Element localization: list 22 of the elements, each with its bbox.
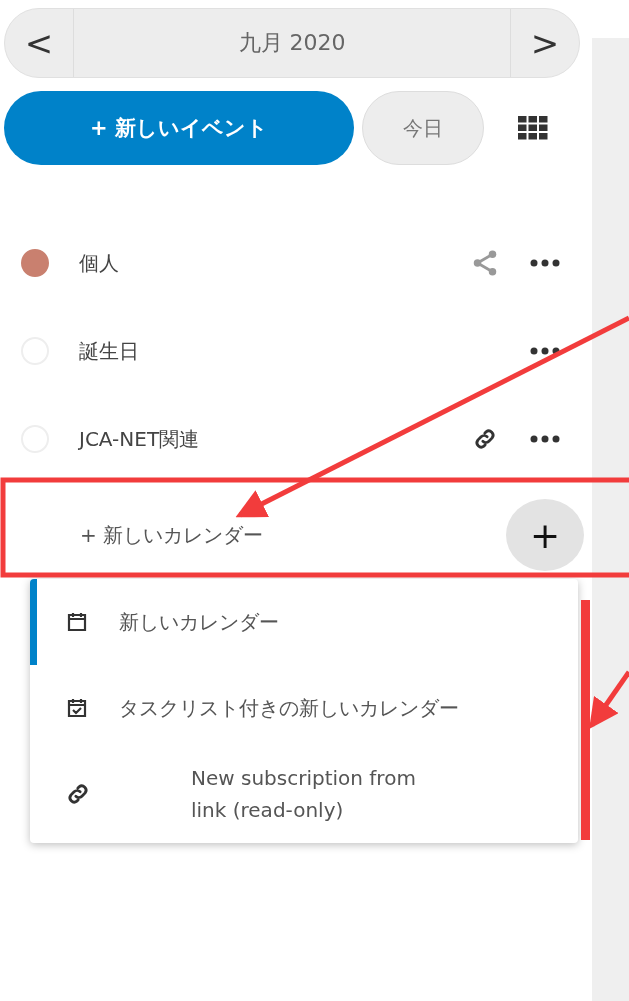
calendar-name[interactable]: 誕生日 <box>79 337 455 365</box>
previous-button[interactable]: < <box>5 9 73 77</box>
calendar-icon <box>65 610 89 634</box>
more-icon[interactable] <box>530 435 560 443</box>
next-button[interactable]: > <box>511 9 579 77</box>
more-icon[interactable] <box>530 347 560 355</box>
calendar-name[interactable]: 個人 <box>79 249 455 277</box>
calendar-toggle[interactable] <box>21 249 49 277</box>
month-label: 九月 2020 <box>73 9 511 77</box>
more-icon[interactable] <box>530 259 560 267</box>
new-event-button[interactable]: + 新しいイベント <box>4 91 354 165</box>
link-icon <box>65 781 91 807</box>
today-button[interactable]: 今日 <box>362 91 484 165</box>
grid-icon[interactable] <box>518 116 548 140</box>
add-button[interactable]: + <box>506 499 584 571</box>
menu-item[interactable]: New subscription from link (read-only) <box>30 751 578 837</box>
calendar-check-icon <box>65 696 89 720</box>
calendar-name[interactable]: JCA-NET関連 <box>79 425 455 453</box>
link-icon <box>472 426 498 452</box>
menu-item[interactable]: タスクリスト付きの新しいカレンダー <box>30 665 578 751</box>
annotation-arrow <box>589 670 629 730</box>
new-calendar-label[interactable]: + 新しいカレンダー <box>80 521 506 549</box>
